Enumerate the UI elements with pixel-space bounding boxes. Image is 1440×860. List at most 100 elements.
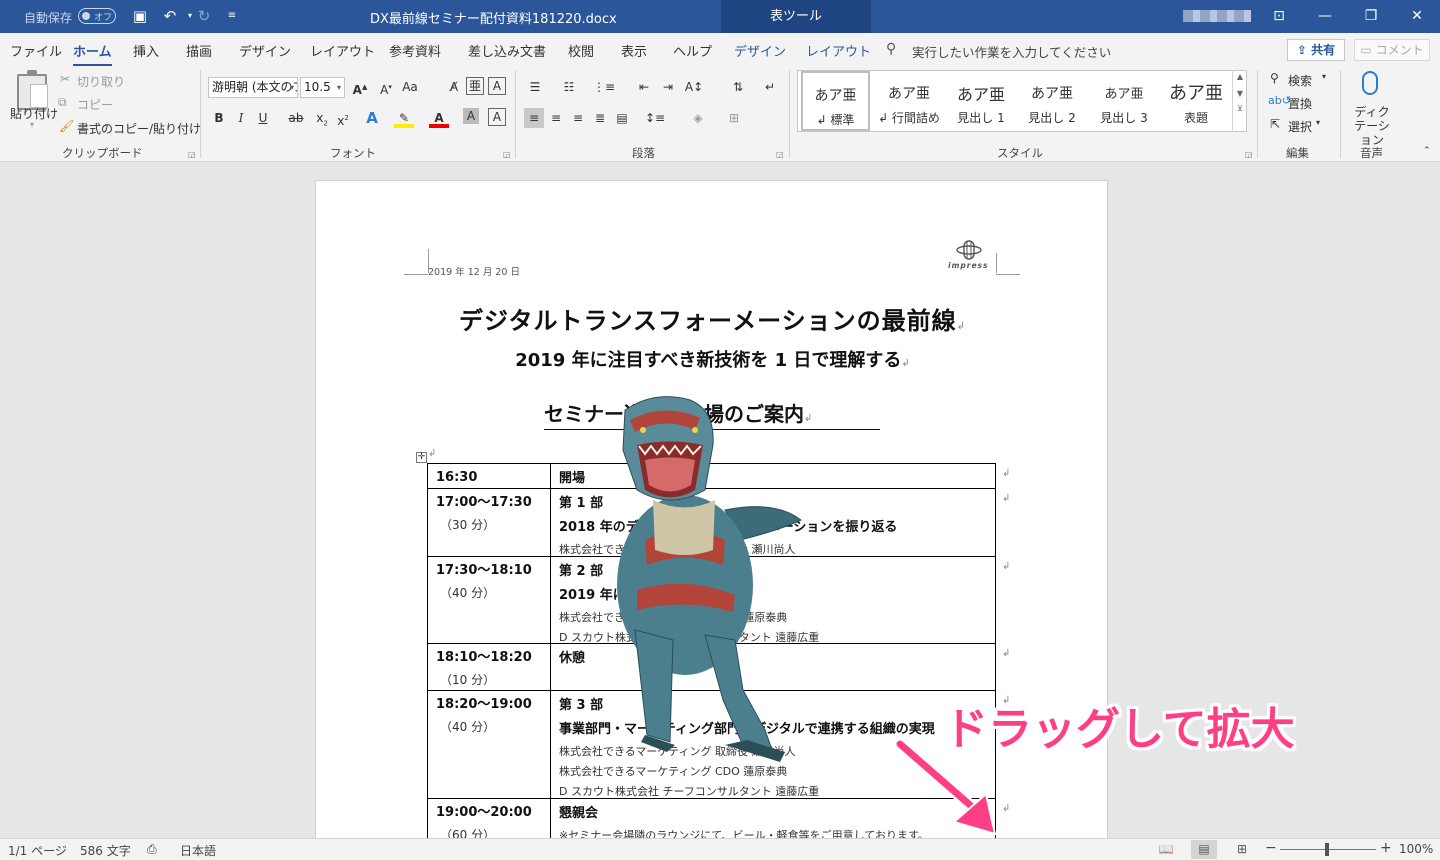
zoom-in-icon[interactable]: + <box>1380 840 1392 856</box>
comments-button[interactable]: ▭ コメント <box>1354 39 1430 61</box>
save-icon[interactable]: ▣ <box>130 6 150 26</box>
justify-icon[interactable]: ≣ <box>590 108 610 128</box>
paragraph-launcher-icon[interactable]: ◲ <box>776 150 784 159</box>
time-cell[interactable]: 17:30～18:10 （40 分） <box>428 557 551 643</box>
ribbon-display-options-icon[interactable]: ⊡ <box>1268 6 1290 26</box>
tab-file[interactable]: ファイル <box>10 41 62 60</box>
shading-icon[interactable]: ◈ <box>688 108 708 128</box>
read-mode-icon[interactable]: 📖 <box>1153 840 1179 859</box>
enclose-characters-icon[interactable]: A <box>488 77 506 95</box>
scroll-up-icon[interactable]: ▲ <box>1233 72 1247 81</box>
time-cell[interactable]: 18:10～18:20 （10 分） <box>428 644 551 690</box>
microphone-icon[interactable] <box>1362 71 1378 95</box>
customize-qat-icon[interactable]: ≡ <box>222 6 242 26</box>
styles-launcher-icon[interactable]: ◲ <box>1245 150 1253 159</box>
time-cell[interactable]: 19:00～20:00 （60 分） <box>428 799 551 838</box>
distributed-icon[interactable]: ▤ <box>612 108 632 128</box>
select-label[interactable]: 選択 <box>1288 118 1312 135</box>
shrink-font-icon[interactable]: A▾ <box>376 77 396 97</box>
proofing-icon[interactable]: ⎙ <box>147 842 157 857</box>
zoom-slider-thumb[interactable] <box>1325 843 1329 856</box>
asian-layout-icon[interactable]: A↕ <box>684 77 704 97</box>
close-icon[interactable]: ✕ <box>1406 6 1428 26</box>
style-heading-3[interactable]: あア亜 見出し 3 <box>1088 71 1160 131</box>
find-label[interactable]: 検索 <box>1288 72 1312 89</box>
change-case-icon[interactable]: Aa <box>400 77 420 97</box>
tab-review[interactable]: 校閲 <box>568 41 594 60</box>
styles-scroll[interactable]: ▲ ▼ ⊻ <box>1232 70 1247 132</box>
print-layout-icon[interactable]: ▤ <box>1191 840 1217 859</box>
underline-icon[interactable]: U <box>253 108 273 128</box>
line-spacing-icon[interactable]: ↕≡ <box>645 108 665 128</box>
tab-view[interactable]: 表示 <box>621 41 647 60</box>
align-right-icon[interactable]: ≡ <box>568 108 588 128</box>
subscript-icon[interactable]: x2 <box>312 108 332 128</box>
style-no-spacing[interactable]: あア亜 ↲ 行間詰め <box>872 71 946 131</box>
web-layout-icon[interactable]: ⊞ <box>1229 840 1255 859</box>
tab-table-layout[interactable]: レイアウト <box>806 41 871 60</box>
more-styles-icon[interactable]: ⊻ <box>1233 104 1247 113</box>
strikethrough-icon[interactable]: ab <box>286 108 306 128</box>
chevron-down-icon[interactable]: ▾ <box>1316 118 1320 127</box>
word-count[interactable]: 586 文字 <box>80 842 131 859</box>
dictate-button[interactable]: ディクテーション <box>1349 105 1395 147</box>
italic-icon[interactable]: I <box>231 108 251 128</box>
user-account-blurred[interactable] <box>1183 10 1251 22</box>
cut-icon[interactable]: ✂ <box>60 72 70 86</box>
tab-insert[interactable]: 挿入 <box>133 41 159 60</box>
scroll-down-icon[interactable]: ▼ <box>1233 89 1247 98</box>
language-indicator[interactable]: 日本語 <box>180 842 216 859</box>
style-normal[interactable]: あア亜 ↲ 標準 <box>801 71 870 131</box>
format-painter-label[interactable]: 書式のコピー/貼り付け <box>77 120 201 137</box>
format-painter-icon[interactable]: 🖌 <box>59 119 74 133</box>
minimize-icon[interactable]: — <box>1314 6 1336 26</box>
table-move-handle-icon[interactable]: ✛ <box>416 452 427 463</box>
font-size-combo[interactable]: 10.5 ▾ <box>300 77 345 98</box>
share-button[interactable]: ⇪ 共有 <box>1287 39 1345 61</box>
character-border-icon[interactable]: A <box>488 108 506 126</box>
sort-icon[interactable]: ⇅ <box>728 77 748 97</box>
time-cell[interactable]: 16:30 <box>428 464 551 488</box>
bullets-icon[interactable]: ☰ <box>525 77 545 97</box>
tab-mailings[interactable]: 差し込み文書 <box>468 41 546 60</box>
copy-label[interactable]: コピー <box>77 96 113 113</box>
tell-me-input[interactable]: 実行したい作業を入力してください <box>912 42 1111 61</box>
cut-label[interactable]: 切り取り <box>77 73 125 90</box>
tab-draw[interactable]: 描画 <box>186 41 212 60</box>
borders-icon[interactable]: ⊞ <box>724 108 744 128</box>
style-heading-1[interactable]: あア亜 見出し 1 <box>946 71 1016 131</box>
decrease-indent-icon[interactable]: ⇤ <box>634 77 654 97</box>
copy-icon[interactable]: ⧉ <box>58 95 67 110</box>
time-cell[interactable]: 18:20～19:00 （40 分） <box>428 691 551 798</box>
tab-design[interactable]: デザイン <box>239 41 291 60</box>
font-name-combo[interactable]: 游明朝 (本文のフォント)▾ <box>208 77 298 98</box>
highlight-color-icon[interactable]: ✎ <box>394 108 414 128</box>
find-icon[interactable]: ⚲ <box>1270 71 1279 85</box>
align-center-icon[interactable]: ≡ <box>546 108 566 128</box>
style-title[interactable]: あア亜 表題 <box>1160 71 1232 131</box>
clipboard-launcher-icon[interactable]: ◲ <box>188 150 196 159</box>
font-color-icon[interactable]: A <box>429 108 449 128</box>
tab-layout[interactable]: レイアウト <box>310 41 375 60</box>
tab-table-design[interactable]: デザイン <box>734 41 786 60</box>
style-heading-2[interactable]: あア亜 見出し 2 <box>1016 71 1088 131</box>
undo-icon[interactable]: ↶ <box>160 6 180 26</box>
tab-help[interactable]: ヘルプ <box>673 41 712 60</box>
clear-formatting-icon[interactable]: A̸ <box>444 77 464 97</box>
text-effects-icon[interactable]: A <box>362 108 382 128</box>
dinosaur-3d-model[interactable] <box>575 390 805 770</box>
character-shading-icon[interactable]: A <box>463 108 479 124</box>
tab-home[interactable]: ホーム <box>73 41 112 67</box>
zoom-out-icon[interactable]: − <box>1265 840 1277 856</box>
align-left-icon[interactable]: ≡ <box>524 108 544 128</box>
redo-icon[interactable]: ↻ <box>194 6 214 26</box>
select-cursor-icon[interactable]: ⇱ <box>1270 117 1280 131</box>
replace-label[interactable]: 置換 <box>1288 95 1312 112</box>
time-cell[interactable]: 17:00～17:30 （30 分） <box>428 489 551 556</box>
autosave-toggle[interactable]: オフ <box>78 8 116 24</box>
paste-dropdown-icon[interactable]: ▾ <box>30 120 34 129</box>
font-launcher-icon[interactable]: ◲ <box>503 150 511 159</box>
phonetic-guide-icon[interactable]: 亜 <box>466 77 484 95</box>
superscript-icon[interactable]: x2 <box>333 108 353 128</box>
page-count[interactable]: 1/1 ページ <box>8 842 67 859</box>
